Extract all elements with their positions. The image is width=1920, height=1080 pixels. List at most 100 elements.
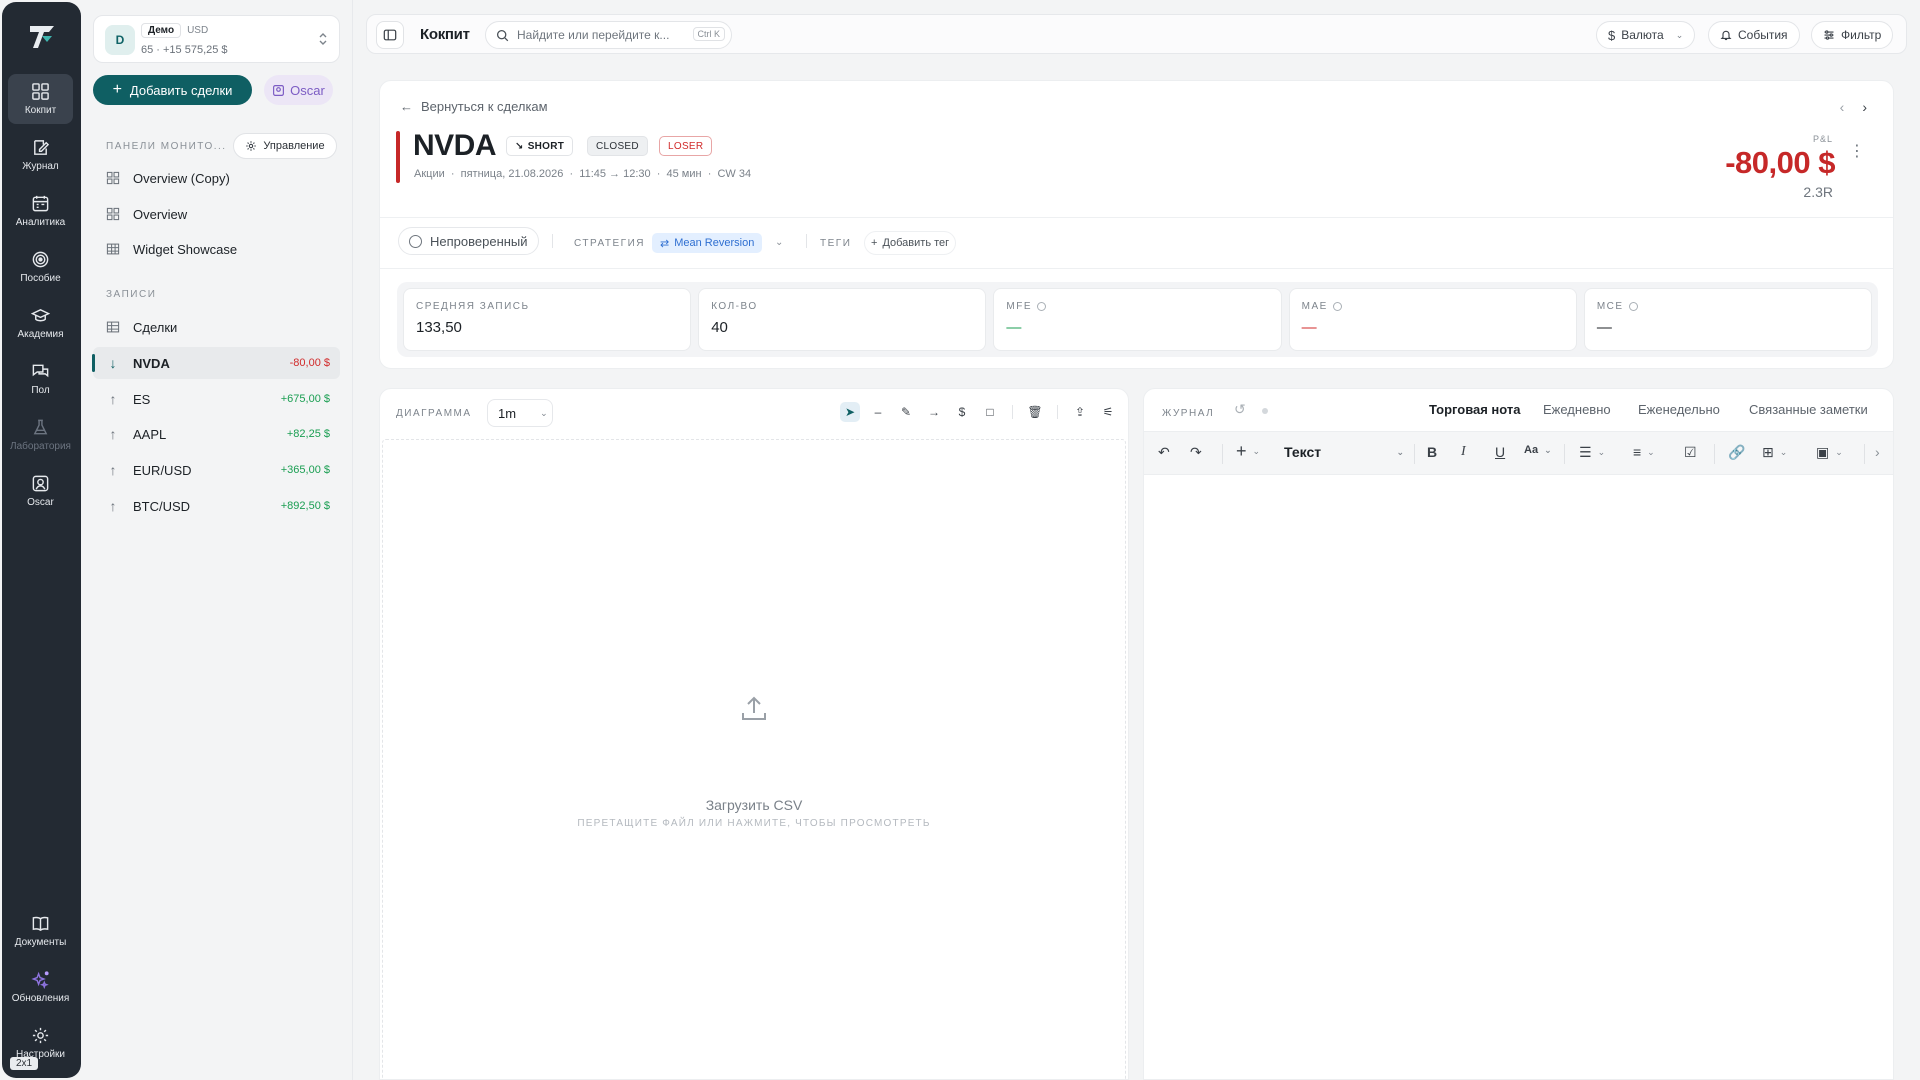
info-icon[interactable] (1332, 302, 1342, 311)
info-icon[interactable] (1628, 302, 1638, 311)
price-tool-icon[interactable]: $ (952, 402, 972, 422)
csv-dropzone[interactable]: Загрузить CSV ПЕРЕТАЩИТЕ ФАЙЛ ИЛИ НАЖМИТ… (382, 439, 1126, 1080)
app-logo[interactable] (27, 22, 57, 52)
bell-icon (1720, 30, 1732, 41)
manage-button[interactable]: Управление (233, 133, 337, 159)
trash-icon[interactable]: 🗑 (1025, 402, 1045, 422)
ordered-list-icon[interactable]: ☰ ⌄ (1579, 444, 1605, 461)
history-icon[interactable]: ↺ (1234, 401, 1246, 418)
tab-trade-note[interactable]: Торговая нота (1427, 402, 1523, 436)
previous-trade-button[interactable]: ‹ (1840, 99, 1845, 115)
top-bar: Кокпит Найдите или перейдите к... Ctrl K… (366, 14, 1907, 54)
link-icon[interactable]: 🔗 (1728, 444, 1745, 461)
record-item-es[interactable]: ↑ ES +675,00 $ (93, 383, 340, 415)
image-icon[interactable]: ▣ ⌄ (1816, 444, 1843, 461)
calendar-chart-icon (32, 195, 49, 212)
record-item-btcusd[interactable]: ↑ BTC/USD +892,50 $ (93, 490, 340, 522)
record-item-aapl[interactable]: ↑ AAPL +82,25 $ (93, 418, 340, 450)
stat-value: — (1596, 319, 1612, 336)
verification-toggle[interactable]: Непроверенный (398, 227, 539, 255)
chevron-down-icon[interactable]: ⌄ (775, 237, 783, 248)
plus-icon: + (112, 81, 122, 98)
chevron-right-icon[interactable]: › (1875, 444, 1880, 460)
italic-icon[interactable]: I (1461, 444, 1466, 460)
events-button[interactable]: События (1708, 21, 1800, 49)
rail-item-guide[interactable]: Пособие (8, 242, 73, 292)
chart-panel: ДИАГРАММА 1m ⌄ ➤ – ✎ → $ □ 🗑 ⇪ ⚟ Загрузи… (379, 388, 1129, 1080)
sidebar-toggle-icon (383, 29, 397, 41)
strategy-chip[interactable]: ⇄ Mean Reversion (652, 233, 763, 253)
underline-icon[interactable]: U (1495, 444, 1505, 460)
panels-section-label: ПАНЕЛИ МОНИТО... (106, 141, 227, 152)
record-item-eurusd[interactable]: ↑ EUR/USD +365,00 $ (93, 454, 340, 486)
table-icon[interactable]: ⊞ ⌄ (1762, 444, 1787, 461)
stat-avg-entry: СРЕДНЯЯ ЗАПИСЬ 133,50 (403, 288, 692, 351)
settings-sliders-icon[interactable]: ⚟ (1098, 402, 1118, 422)
panel-item-overview[interactable]: Overview (93, 198, 340, 230)
record-item-nvda[interactable]: ↓ NVDA -80,00 $ (92, 347, 340, 379)
next-trade-button[interactable]: › (1862, 99, 1867, 115)
checklist-icon[interactable]: ☑ (1684, 444, 1697, 461)
trade-symbol: NVDA (413, 129, 497, 162)
stat-value: 40 (711, 319, 728, 336)
add-trades-button[interactable]: + Добавить сделки (93, 75, 252, 105)
more-options-icon[interactable]: ⋮ (1849, 141, 1865, 161)
stat-value: — (1301, 319, 1317, 336)
strategy-label: СТРАТЕГИЯ (574, 238, 645, 249)
tab-weekly[interactable]: Еженедельно (1638, 402, 1720, 434)
bold-icon[interactable]: B (1427, 444, 1437, 460)
rail-item-academy[interactable]: Академия (8, 298, 73, 348)
export-icon[interactable]: ⇪ (1070, 402, 1090, 422)
plus-icon: + (871, 237, 878, 249)
account-balance: 65 · +15 575,25 $ (141, 44, 228, 56)
timeframe-select[interactable]: 1m ⌄ (487, 399, 553, 427)
rectangle-tool-icon[interactable]: □ (980, 402, 1000, 422)
block-type-select[interactable]: Текст ⌄ (1284, 444, 1404, 460)
rail-item-analytics[interactable]: Аналитика (8, 186, 73, 236)
tab-linked-notes[interactable]: Связанные заметки (1749, 402, 1868, 434)
cursor-tool-icon[interactable]: ➤ (840, 402, 860, 422)
panel-item-widget-showcase[interactable]: Widget Showcase (93, 233, 340, 265)
arrow-tool-icon[interactable]: → (924, 402, 944, 422)
grid-icon (106, 207, 120, 221)
pencil-tool-icon[interactable]: ✎ (896, 402, 916, 422)
rail-item-label: Академия (17, 329, 64, 340)
grid-icon (106, 171, 120, 185)
info-icon[interactable] (1037, 302, 1047, 311)
panel-item-overview-copy[interactable]: Overview (Copy) (93, 162, 340, 194)
rail-item-cockpit[interactable]: Кокпит (8, 74, 73, 124)
sidebar-toggle-button[interactable] (376, 21, 404, 49)
rail-item-lab[interactable]: Лаборатория (8, 410, 73, 460)
search-placeholder: Найдите или перейдите к... (517, 28, 670, 42)
account-currency: USD (187, 25, 209, 36)
rail-item-floor[interactable]: Пол (8, 354, 73, 404)
journal-editor[interactable] (1144, 477, 1893, 1077)
back-to-trades-link[interactable]: ← Вернуться к сделкам (400, 99, 548, 114)
tab-daily[interactable]: Ежедневно (1543, 402, 1611, 434)
rail-item-docs[interactable]: Документы (8, 906, 73, 956)
records-item-trades[interactable]: Сделки (93, 311, 340, 343)
rail-item-oscar[interactable]: Oscar (8, 466, 73, 516)
rail-item-label: Аналитика (15, 217, 66, 228)
redo-icon[interactable]: ↷ (1190, 444, 1202, 461)
oscar-button[interactable]: Oscar (264, 75, 333, 105)
record-pnl: -80,00 $ (289, 357, 330, 369)
rail-item-journal[interactable]: Журнал (8, 130, 73, 180)
grid-icon (32, 83, 49, 100)
stat-mae: MAE — (1288, 288, 1577, 351)
undo-icon[interactable]: ↶ (1158, 444, 1170, 461)
insert-block-icon[interactable]: + ⌄ (1236, 441, 1260, 462)
bullet-list-icon[interactable]: ≡ ⌄ (1633, 444, 1655, 460)
add-tag-button[interactable]: + Добавить тег (864, 231, 957, 255)
dollar-icon: $ (1608, 27, 1616, 43)
rail-item-updates[interactable]: Обновления (8, 962, 73, 1012)
search-input[interactable]: Найдите или перейдите к... Ctrl K (485, 21, 732, 49)
account-switcher[interactable]: D Демо USD 65 · +15 575,25 $ (93, 15, 340, 63)
tags-label: ТЕГИ (820, 238, 852, 249)
divider (806, 234, 807, 248)
horizontal-line-tool-icon[interactable]: – (868, 402, 888, 422)
text-size-icon[interactable]: Aa ⌄ (1524, 444, 1552, 456)
divider (380, 268, 1893, 269)
currency-dropdown[interactable]: $ Валюта ⌄ (1596, 21, 1696, 49)
filter-button[interactable]: Фильтр (1811, 21, 1894, 49)
